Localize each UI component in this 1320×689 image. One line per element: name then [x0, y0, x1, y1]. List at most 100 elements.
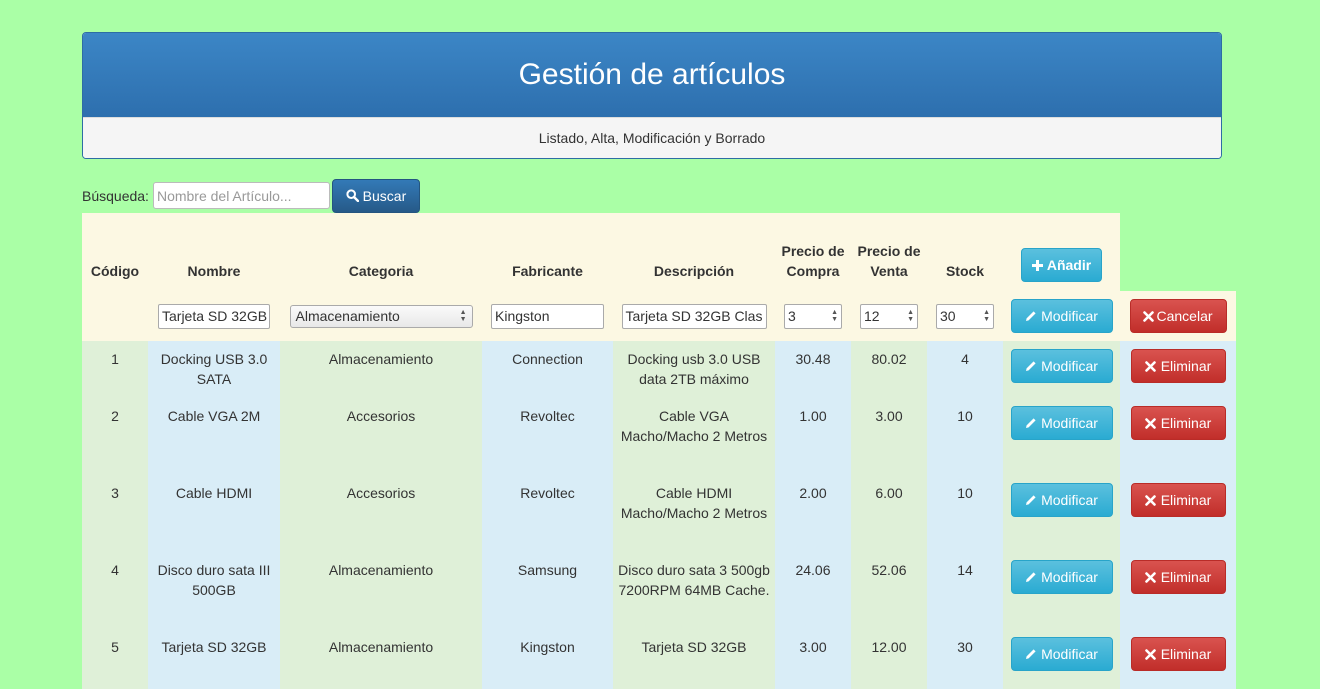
cell-descripcion: Tarjeta SD 32GB [613, 629, 775, 689]
edit-stock-value: 30 [940, 308, 956, 324]
edit-modify-button[interactable]: Modificar [1010, 299, 1113, 333]
edit-row: Tarjeta SD 32GB Almacenamiento ▲ ▼ Kingst… [82, 291, 1236, 341]
edit-descripcion-input[interactable]: Tarjeta SD 32GB Clas [621, 303, 767, 329]
header-categoria: Categoria [280, 213, 482, 291]
close-icon [1144, 417, 1156, 429]
edit-categoria-cell: Almacenamiento ▲ ▼ [280, 291, 482, 341]
cell-categoria: Accesorios [280, 475, 482, 552]
search-input[interactable] [152, 182, 330, 209]
cell-precio-compra: 30.48 [775, 341, 851, 398]
edit-nombre-cell: Tarjeta SD 32GB [148, 291, 280, 341]
delete-label: Eliminar [1160, 646, 1212, 662]
cell-descripcion: Cable HDMI Macho/Macho 2 Metros [613, 475, 775, 552]
pencil-icon [1026, 361, 1036, 371]
cancel-button[interactable]: Cancelar [1129, 299, 1227, 333]
search-bar: Búsqueda: Buscar [82, 178, 420, 213]
pencil-icon [1026, 311, 1036, 321]
cell-fabricante: Revoltec [482, 475, 613, 552]
delete-button[interactable]: Eliminar [1130, 560, 1226, 594]
cell-modify: Modificar [1003, 475, 1120, 552]
header-fabricante: Fabricante [482, 213, 613, 291]
cell-categoria: Accesorios [280, 398, 482, 475]
cell-descripcion: Disco duro sata 3 500gb 7200RPM 64MB Cac… [613, 552, 775, 629]
spinner-arrows-icon[interactable]: ▲ ▼ [831, 309, 838, 323]
modify-button[interactable]: Modificar [1010, 406, 1113, 440]
add-button-label: Añadir [1046, 257, 1092, 273]
modify-button[interactable]: Modificar [1010, 483, 1113, 517]
edit-stock-cell: 30 ▲ ▼ [927, 291, 1003, 341]
modify-button[interactable]: Modificar [1010, 560, 1113, 594]
delete-button[interactable]: Eliminar [1130, 483, 1226, 517]
cell-modify: Modificar [1003, 341, 1120, 398]
table-row: 4 Disco duro sata III 500GB Almacenamiento… [82, 552, 1236, 629]
delete-label: Eliminar [1160, 569, 1212, 585]
modify-label: Modificar [1041, 569, 1098, 585]
edit-codigo-cell [82, 291, 148, 341]
pencil-icon [1026, 418, 1036, 428]
cell-codigo: 3 [82, 475, 148, 552]
edit-precio-compra-cell: 3 ▲ ▼ [775, 291, 851, 341]
delete-button[interactable]: Eliminar [1130, 406, 1226, 440]
edit-fabricante-input[interactable]: Kingston [491, 303, 604, 329]
modify-button[interactable]: Modificar [1010, 637, 1113, 671]
edit-cancel-cell: Cancelar [1120, 291, 1236, 341]
table-header-row: Código Nombre Categoria Fabricante Descr… [82, 213, 1236, 291]
edit-nombre-input[interactable]: Tarjeta SD 32GB [158, 303, 270, 329]
pencil-icon [1026, 495, 1036, 505]
header-precio-compra: Precio de Compra [775, 213, 851, 291]
cell-fabricante: Samsung [482, 552, 613, 629]
header-actions: Añadir [1003, 213, 1120, 291]
cell-codigo: 1 [82, 341, 148, 398]
cell-codigo: 5 [82, 629, 148, 689]
edit-categoria-select[interactable]: Almacenamiento ▲ ▼ [289, 304, 473, 328]
cancel-label: Cancelar [1156, 308, 1213, 324]
cell-delete: Eliminar [1120, 629, 1236, 689]
cell-categoria: Almacenamiento [280, 629, 482, 689]
select-arrows-icon: ▲ ▼ [459, 309, 467, 323]
close-icon [1144, 360, 1156, 372]
cell-nombre: Tarjeta SD 32GB [148, 629, 280, 689]
page-subtitle: Listado, Alta, Modificación y Borrado [83, 117, 1221, 158]
modify-label: Modificar [1041, 415, 1098, 431]
cell-precio-venta: 52.06 [851, 552, 927, 629]
table-row: 3 Cable HDMI Accesorios Revoltec Cable HDMI … [82, 475, 1236, 552]
modify-button[interactable]: Modificar [1010, 349, 1113, 383]
page-title: Gestión de artículos [83, 33, 1221, 117]
close-icon [1143, 310, 1155, 322]
edit-modify-cell: Modificar [1003, 291, 1120, 341]
add-button[interactable]: Añadir [1021, 248, 1102, 282]
spinner-arrows-icon[interactable]: ▲ ▼ [907, 309, 914, 323]
header-precio-venta: Precio de Venta [851, 213, 927, 291]
search-button[interactable]: Buscar [331, 178, 420, 213]
cell-stock: 10 [927, 475, 1003, 552]
edit-precio-venta-cell: 12 ▲ ▼ [851, 291, 927, 341]
table-row: 5 Tarjeta SD 32GB Almacenamiento Kingston Ta… [82, 629, 1236, 689]
cell-modify: Modificar [1003, 629, 1120, 689]
modify-label: Modificar [1041, 646, 1098, 662]
cell-precio-compra: 1.00 [775, 398, 851, 475]
edit-precio-venta-value: 12 [864, 308, 880, 324]
cell-delete: Eliminar [1120, 341, 1236, 398]
cell-delete: Eliminar [1120, 475, 1236, 552]
delete-button[interactable]: Eliminar [1130, 637, 1226, 671]
cell-modify: Modificar [1003, 552, 1120, 629]
cell-codigo: 2 [82, 398, 148, 475]
edit-categoria-value: Almacenamiento [295, 308, 400, 324]
edit-descripcion-cell: Tarjeta SD 32GB Clas [613, 291, 775, 341]
close-icon [1144, 494, 1156, 506]
search-label: Búsqueda: [82, 187, 149, 204]
delete-button[interactable]: Eliminar [1130, 349, 1226, 383]
delete-label: Eliminar [1160, 358, 1212, 374]
header-codigo: Código [82, 213, 148, 291]
spinner-arrows-icon[interactable]: ▲ ▼ [983, 309, 990, 323]
edit-precio-venta-input[interactable]: 12 ▲ ▼ [860, 303, 918, 329]
edit-stock-input[interactable]: 30 ▲ ▼ [936, 303, 994, 329]
search-icon [346, 189, 359, 202]
cell-descripcion: Cable VGA Macho/Macho 2 Metros [613, 398, 775, 475]
edit-precio-compra-input[interactable]: 3 ▲ ▼ [784, 303, 842, 329]
header-blank [1120, 213, 1236, 291]
cell-precio-compra: 3.00 [775, 629, 851, 689]
cell-precio-venta: 12.00 [851, 629, 927, 689]
modify-label: Modificar [1041, 492, 1098, 508]
edit-precio-compra-value: 3 [788, 308, 796, 324]
